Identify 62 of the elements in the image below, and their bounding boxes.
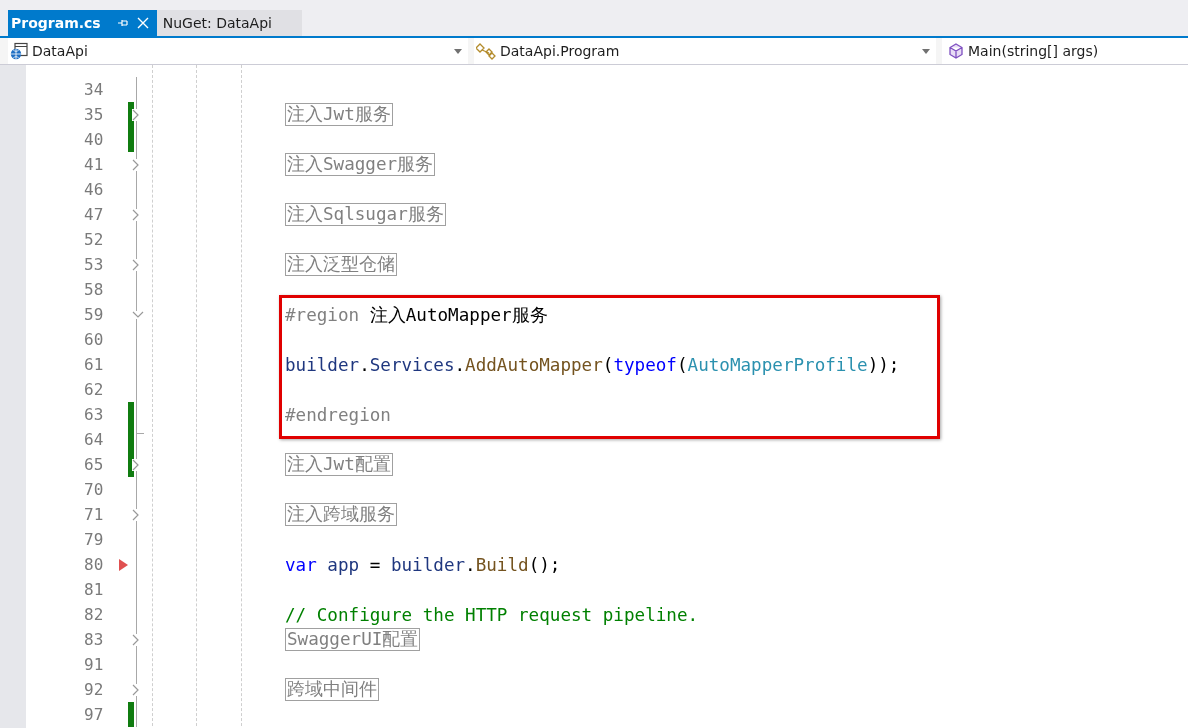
expand-icon[interactable] <box>132 108 141 121</box>
line-number: 70 <box>83 480 104 499</box>
collapsed-region[interactable]: 跨域中间件 <box>285 678 379 701</box>
line-number: 47 <box>83 205 104 224</box>
file-tab[interactable]: Program.cs <box>8 10 157 36</box>
line-number: 41 <box>83 155 104 174</box>
expand-icon[interactable] <box>132 258 141 271</box>
line-number: 52 <box>83 230 104 249</box>
line-number: 58 <box>83 280 104 299</box>
line-number: 46 <box>83 180 104 199</box>
line-number: 80 <box>83 555 104 574</box>
line-number: 79 <box>83 530 104 549</box>
cube-icon <box>948 43 964 59</box>
line-number: 92 <box>83 680 104 699</box>
line-number: 97 <box>83 705 104 724</box>
close-icon[interactable] <box>136 17 149 29</box>
caret-icon[interactable] <box>454 48 462 54</box>
dropdown-value: Main(string[] args) <box>968 43 1100 59</box>
dropdown-value: DataApi <box>32 43 89 59</box>
expand-icon[interactable] <box>132 633 141 646</box>
project-icon <box>10 42 28 60</box>
line-number: 34 <box>83 80 104 99</box>
navigation-dropdown[interactable]: DataApi.Program <box>474 38 936 64</box>
line-number: 63 <box>83 405 104 424</box>
line-number: 62 <box>83 380 104 399</box>
line-number: 71 <box>83 505 104 524</box>
code-line: #endregion <box>285 404 391 425</box>
collapsed-region[interactable]: 注入Swagger服务 <box>285 153 436 176</box>
collapsed-region[interactable]: 注入Jwt服务 <box>285 103 393 126</box>
line-number: 83 <box>83 630 104 649</box>
expand-icon[interactable] <box>132 458 141 471</box>
dropdown-value: DataApi.Program <box>500 43 621 59</box>
collapsed-region[interactable]: 注入跨域服务 <box>285 503 397 526</box>
expand-icon[interactable] <box>132 508 141 521</box>
class-icon <box>476 42 496 60</box>
collapsed-region[interactable]: 注入泛型仓储 <box>285 253 397 276</box>
collapsed-region[interactable]: 注入Sqlsugar服务 <box>285 203 446 226</box>
code-line: var app = builder.Build(); <box>285 554 561 575</box>
pin-icon[interactable] <box>116 17 129 29</box>
line-number: 82 <box>83 605 104 624</box>
line-number: 65 <box>83 455 104 474</box>
file-tab[interactable]: NuGet: DataApi <box>156 10 302 36</box>
line-number: 81 <box>83 580 104 599</box>
code-line: // Configure the HTTP request pipeline. <box>285 604 699 625</box>
line-number: 60 <box>83 330 104 349</box>
caret-icon[interactable] <box>922 48 930 54</box>
collapsed-region[interactable]: 注入Jwt配置 <box>285 453 393 476</box>
navigation-dropdown[interactable]: Main(string[] args) <box>942 38 1188 64</box>
expand-icon[interactable] <box>132 158 141 171</box>
code-line: builder.Services.AddAutoMapper(typeof(AutoMapperProfile)); <box>285 354 900 375</box>
collapsed-region[interactable]: SwaggerUI配置 <box>285 628 421 651</box>
expand-icon[interactable] <box>132 208 141 221</box>
line-number: 59 <box>83 305 104 324</box>
code-line: #region 注入AutoMapper服务 <box>285 303 548 327</box>
line-number: 35 <box>83 105 104 124</box>
line-number: 53 <box>83 255 104 274</box>
navigation-dropdown[interactable]: DataApi <box>8 38 468 64</box>
line-number: 40 <box>83 130 104 149</box>
expand-icon[interactable] <box>132 683 141 696</box>
line-number: 64 <box>83 430 104 449</box>
line-number: 61 <box>83 355 104 374</box>
line-number: 91 <box>83 655 104 674</box>
